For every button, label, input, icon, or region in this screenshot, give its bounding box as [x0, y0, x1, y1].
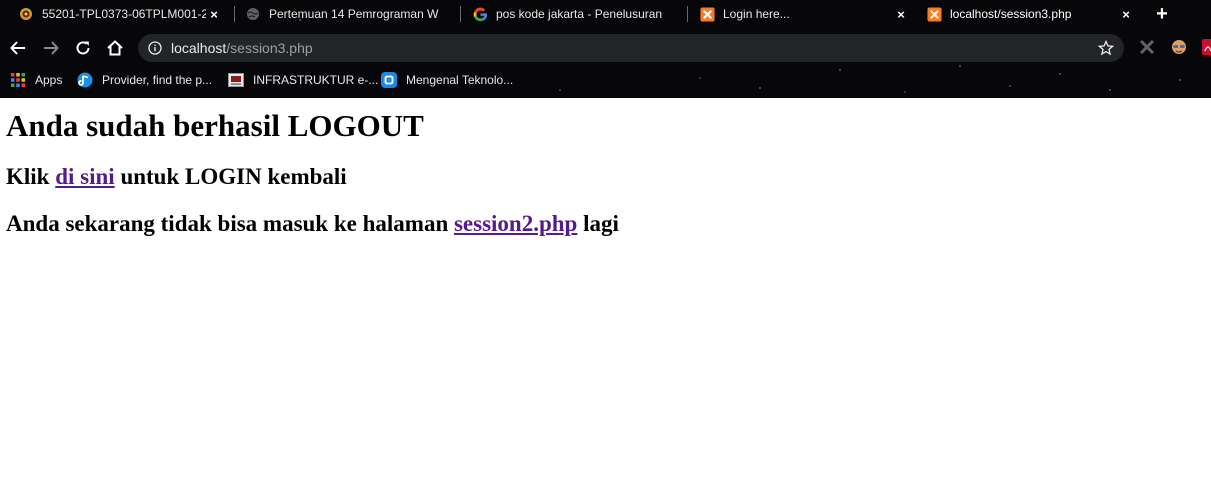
arrow-right-icon: [44, 41, 59, 55]
tab-google-search[interactable]: pos kode jakarta - Penelusuran: [464, 0, 686, 28]
tab-title: 55201-TPL0373-06TPLM001-20: [42, 7, 206, 21]
url-host: localhost: [171, 40, 227, 56]
text-after-link: lagi: [577, 211, 619, 236]
tab-divider: [687, 6, 688, 22]
document-icon: [228, 72, 244, 88]
extension-x-icon[interactable]: [1138, 38, 1156, 56]
logout-heading: Anda sudah berhasil LOGOUT: [6, 108, 424, 143]
university-seal-icon: [18, 6, 34, 22]
tab-session3[interactable]: localhost/session3.php ×: [918, 0, 1140, 28]
xampp-icon: [926, 6, 942, 22]
home-icon: [107, 40, 123, 56]
apps-grid-icon: [10, 72, 26, 88]
globe-icon: [245, 6, 261, 22]
login-link[interactable]: di sini: [55, 164, 114, 189]
address-bar[interactable]: localhost/session3.php: [138, 34, 1124, 62]
info-icon[interactable]: [147, 40, 163, 56]
bookmark-label: Provider, find the p...: [102, 73, 213, 87]
extension-avatar-icon[interactable]: [1170, 38, 1188, 56]
arrow-left-icon: [10, 41, 25, 55]
session2-link[interactable]: session2.php: [454, 211, 577, 236]
tab-title: localhost/session3.php: [950, 7, 1072, 21]
tab-title: Login here...: [723, 7, 790, 21]
login-again-line: Klik di sini untuk LOGIN kembali: [6, 164, 347, 190]
google-g-icon: [472, 6, 488, 22]
provider-icon: [77, 72, 93, 88]
address-url: localhost/session3.php: [171, 40, 313, 56]
tech-site-icon: [381, 72, 397, 88]
bookmark-mengenal[interactable]: Mengenal Teknolo...: [381, 70, 513, 90]
bookmark-provider[interactable]: Provider, find the p...: [77, 70, 212, 90]
toolbar: localhost/session3.php: [0, 33, 1211, 63]
close-icon[interactable]: ×: [893, 6, 909, 22]
new-tab-button[interactable]: +: [1151, 3, 1173, 25]
bookmark-apps[interactable]: Apps: [10, 70, 62, 90]
close-icon[interactable]: ×: [206, 6, 222, 22]
no-access-line: Anda sekarang tidak bisa masuk ke halama…: [6, 211, 619, 237]
tab-divider: [460, 6, 461, 22]
tab-title: Pertemuan 14 Pemrograman W: [269, 7, 439, 21]
tab-divider: [234, 6, 235, 22]
reload-button[interactable]: [71, 36, 95, 60]
bookmark-infrastruktur[interactable]: INFRASTRUKTUR e-...: [228, 70, 378, 90]
bookmark-label: Mengenal Teknolo...: [406, 73, 514, 87]
browser-chrome: 55201-TPL0373-06TPLM001-20 × Pertemuan 1…: [0, 0, 1211, 98]
forward-button[interactable]: [39, 36, 63, 60]
tab-login-here[interactable]: Login here... ×: [691, 0, 915, 28]
text-after-link: untuk LOGIN kembali: [114, 164, 347, 189]
close-icon[interactable]: ×: [1118, 6, 1134, 22]
xampp-icon: [699, 6, 715, 22]
back-button[interactable]: [6, 36, 30, 60]
bookmark-label: Apps: [35, 73, 63, 87]
extension-pdf-icon[interactable]: [1199, 38, 1211, 56]
home-button[interactable]: [103, 36, 127, 60]
bookmarks-bar: Apps Provider, find the p... INFRASTRUKT…: [0, 70, 1211, 90]
page-content: Anda sudah berhasil LOGOUT Klik di sini …: [0, 98, 1211, 499]
text-before-link: Klik: [6, 164, 56, 189]
tab-title: pos kode jakarta - Penelusuran: [496, 7, 663, 21]
tab-strip: 55201-TPL0373-06TPLM001-20 × Pertemuan 1…: [0, 0, 1211, 28]
text-before-link: Anda sekarang tidak bisa masuk ke halama…: [6, 211, 454, 236]
reload-icon: [76, 41, 90, 55]
tab-elearning[interactable]: 55201-TPL0373-06TPLM001-20 ×: [10, 0, 228, 28]
bookmark-star-icon[interactable]: [1097, 39, 1115, 56]
tab-pertemuan[interactable]: Pertemuan 14 Pemrograman W: [237, 0, 455, 28]
bookmark-label: INFRASTRUKTUR e-...: [253, 73, 379, 87]
url-path: /session3.php: [226, 40, 313, 56]
